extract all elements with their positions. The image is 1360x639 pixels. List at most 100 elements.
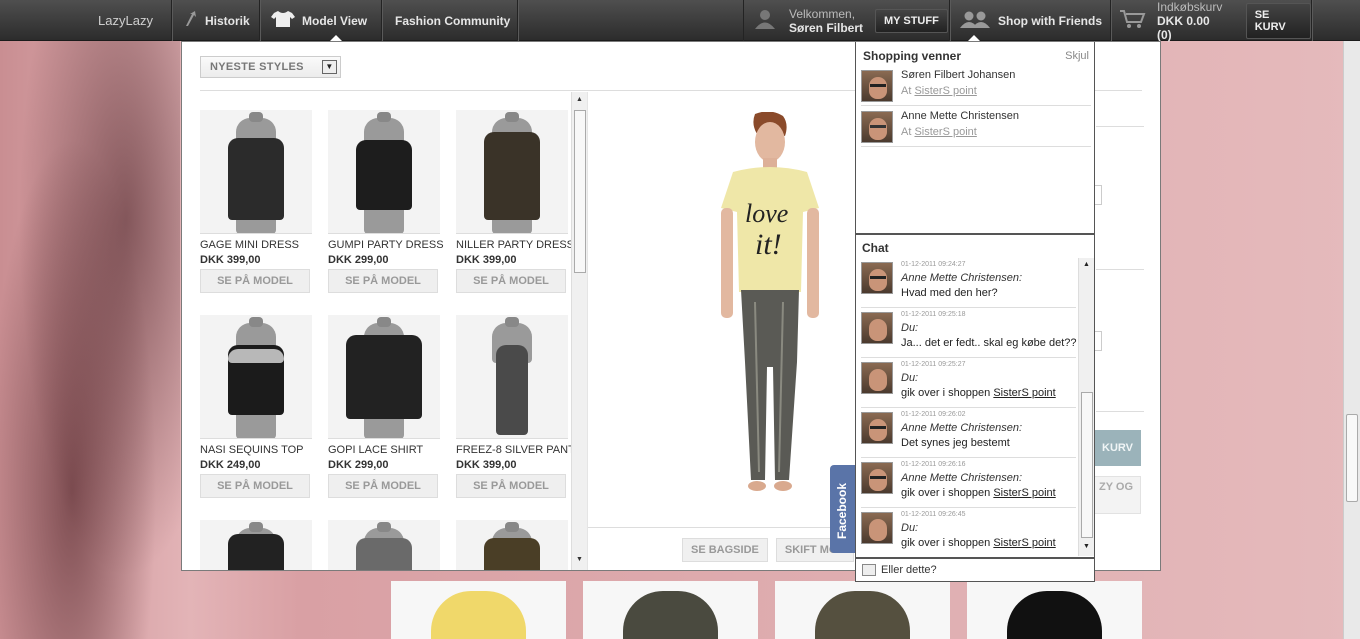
chat-messages: 01-12-2011 09:24:27 Anne Mette Christens… xyxy=(856,258,1078,556)
scroll-up-icon[interactable]: ▲ xyxy=(1083,261,1090,268)
divider xyxy=(856,233,1094,235)
divider xyxy=(1096,411,1144,412)
product-card[interactable] xyxy=(328,520,440,570)
product-card[interactable]: FREEZ-8 SILVER PANT DKK 399,00 SE PÅ MOD… xyxy=(456,315,572,498)
product-image[interactable] xyxy=(456,520,568,570)
product-card[interactable]: GAGE MINI DRESS DKK 399,00 SE PÅ MODEL xyxy=(200,110,312,293)
nav-community-label: Fashion Community xyxy=(395,13,511,28)
chat-message: 01-12-2011 09:24:27 Anne Mette Christens… xyxy=(861,258,1076,308)
see-cart-button[interactable]: SE KURV xyxy=(1245,2,1311,39)
product-card[interactable]: GOPI LACE SHIRT DKK 299,00 SE PÅ MODEL xyxy=(328,315,440,498)
scroll-down-icon[interactable]: ▼ xyxy=(1083,543,1090,550)
facebook-tab[interactable]: Facebook xyxy=(830,465,855,553)
avatar xyxy=(861,412,893,444)
see-on-model-button[interactable]: SE PÅ MODEL xyxy=(328,269,438,293)
message-time: 01-12-2011 09:26:16 xyxy=(901,461,966,468)
product-list-scrollbar[interactable]: ▲ ▼ xyxy=(571,92,587,570)
background-product-thumb[interactable] xyxy=(775,581,950,639)
product-image[interactable] xyxy=(328,315,440,439)
shop-link[interactable]: SisterS point xyxy=(914,85,976,97)
product-name[interactable]: GOPI LACE SHIRT xyxy=(328,444,440,456)
avatar xyxy=(861,462,893,494)
product-name[interactable]: NASI SEQUINS TOP xyxy=(200,444,312,456)
message-text: gik over i shoppen SisterS point xyxy=(901,537,1056,549)
background-product-thumb[interactable] xyxy=(967,581,1142,639)
shop-link[interactable]: SisterS point xyxy=(914,126,976,138)
product-image[interactable] xyxy=(328,520,440,570)
see-on-model-button[interactable]: SE PÅ MODEL xyxy=(456,474,566,498)
my-stuff-button[interactable]: MY STUFF xyxy=(875,8,948,33)
shop-link[interactable]: SisterS point xyxy=(993,537,1055,549)
product-name[interactable]: GAGE MINI DRESS xyxy=(200,239,312,251)
product-card[interactable]: NASI SEQUINS TOP DKK 249,00 SE PÅ MODEL xyxy=(200,315,312,498)
friend-location: At SisterS point xyxy=(901,126,977,138)
model-figure: love it! xyxy=(721,112,819,491)
friend-name: Anne Mette Christensen xyxy=(901,110,1020,122)
chat-message: 01-12-2011 09:26:02 Anne Mette Christens… xyxy=(861,408,1076,458)
style-filter-select[interactable]: NYESTE STYLES ▼ xyxy=(200,56,341,78)
chat-title: Chat xyxy=(862,241,889,255)
add-to-cart-button[interactable]: KURV xyxy=(1094,430,1141,466)
background-product-thumb[interactable] xyxy=(583,581,758,639)
avatar xyxy=(861,312,893,344)
product-name[interactable]: NILLER PARTY DRESS xyxy=(456,239,572,251)
product-card[interactable] xyxy=(200,520,312,570)
page-scrollbar-thumb[interactable] xyxy=(1346,414,1358,502)
page-scrollbar[interactable] xyxy=(1343,40,1360,639)
product-image[interactable] xyxy=(456,315,568,439)
friends-icon xyxy=(959,10,991,31)
product-image[interactable] xyxy=(200,110,312,234)
cart-total: DKK 0.00 (0) xyxy=(1157,13,1210,42)
see-on-model-button[interactable]: SE PÅ MODEL xyxy=(200,474,310,498)
message-author: Du: xyxy=(901,522,919,534)
nav-model-view[interactable]: Model View xyxy=(261,0,382,41)
wishlist-button[interactable]: ZY OG xyxy=(1094,476,1141,514)
svg-text:it!: it! xyxy=(755,228,782,261)
product-image[interactable] xyxy=(328,110,440,234)
product-card[interactable]: GUMPI PARTY DRESS DKK 299,00 SE PÅ MODEL xyxy=(328,110,444,293)
scrollbar-thumb[interactable] xyxy=(1081,392,1093,538)
nav-history[interactable]: Historik xyxy=(172,0,260,41)
message-author: Du: xyxy=(901,372,919,384)
chat-scrollbar[interactable]: ▲ ▼ xyxy=(1078,258,1094,556)
shop-link[interactable]: SisterS point xyxy=(993,387,1055,399)
product-name[interactable]: GUMPI PARTY DRESS xyxy=(328,239,444,251)
top-navigation-bar: LazyLazy Historik Model View Fashion Com… xyxy=(0,0,1360,42)
see-on-model-button[interactable]: SE PÅ MODEL xyxy=(200,269,310,293)
see-back-button[interactable]: SE BAGSIDE xyxy=(682,538,768,562)
background-product-thumb[interactable] xyxy=(391,581,566,639)
product-price: DKK 399,00 xyxy=(456,254,517,266)
product-price: DKK 249,00 xyxy=(200,459,261,471)
product-price: DKK 299,00 xyxy=(328,459,389,471)
style-filter-value: NYESTE STYLES xyxy=(210,61,304,73)
nav-fashion-community[interactable]: Fashion Community xyxy=(383,0,518,41)
product-card[interactable]: NILLER PARTY DRESS DKK 399,00 SE PÅ MODE… xyxy=(456,110,572,293)
chat-footer[interactable]: Eller dette? xyxy=(856,557,1094,581)
product-image[interactable] xyxy=(200,315,312,439)
cart-icon xyxy=(1120,9,1146,32)
quantity-select[interactable] xyxy=(1094,331,1102,351)
svg-text:love: love xyxy=(745,199,788,228)
size-select[interactable] xyxy=(1094,185,1102,205)
shop-link[interactable]: SisterS point xyxy=(993,487,1055,499)
product-image[interactable] xyxy=(200,520,312,570)
product-name[interactable]: FREEZ-8 SILVER PANT xyxy=(456,444,572,456)
see-on-model-button[interactable]: SE PÅ MODEL xyxy=(456,269,566,293)
logo[interactable]: LazyLazy xyxy=(80,0,172,41)
divider xyxy=(588,527,858,528)
chat-footer-text[interactable]: Eller dette? xyxy=(881,564,937,576)
chevron-down-icon[interactable]: ▼ xyxy=(322,60,337,74)
friend-item[interactable]: Anne Mette Christensen At SisterS point xyxy=(861,107,1091,147)
product-card[interactable] xyxy=(456,520,568,570)
cart[interactable]: Indkøbskurv DKK 0.00 (0) SE KURV xyxy=(1112,0,1312,42)
friend-item[interactable]: Søren Filbert Johansen At SisterS point xyxy=(861,66,1091,106)
shop-with-friends-label: Shop with Friends xyxy=(998,13,1102,28)
scrollbar-thumb[interactable] xyxy=(574,110,586,273)
scroll-down-icon[interactable]: ▼ xyxy=(576,556,583,563)
product-image[interactable] xyxy=(456,110,568,234)
chat-message: 01-12-2011 09:25:18 Du: Ja... det er fed… xyxy=(861,308,1077,358)
scroll-up-icon[interactable]: ▲ xyxy=(576,96,583,103)
see-on-model-button[interactable]: SE PÅ MODEL xyxy=(328,474,438,498)
chat-icon xyxy=(862,564,876,576)
hide-link[interactable]: Skjul xyxy=(1065,50,1089,62)
